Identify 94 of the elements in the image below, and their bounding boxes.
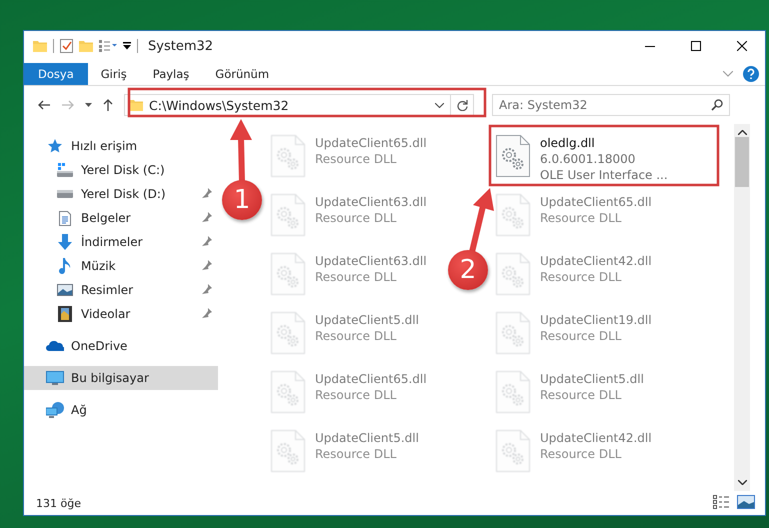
- folder-icon: [79, 40, 93, 52]
- file-detail: Resource DLL: [315, 446, 398, 462]
- gear-file-icon: [496, 371, 530, 413]
- gear-file-icon: [496, 194, 530, 236]
- caret-icon: [84, 103, 92, 107]
- refresh-icon: [456, 100, 468, 110]
- maximize-icon: [691, 41, 701, 51]
- large-icons-icon: [737, 494, 755, 508]
- expand-ribbon-icon: [723, 71, 733, 77]
- download-arrow-icon: [58, 234, 72, 250]
- scrollbar-thumb[interactable]: [735, 137, 749, 187]
- drive-icon: [57, 163, 73, 177]
- network-icon: [46, 402, 64, 418]
- view-options-icon: [99, 40, 117, 52]
- large-icons-button[interactable]: [737, 494, 755, 512]
- file-detail: Resource DLL: [315, 328, 398, 344]
- gear-file-icon: [271, 194, 305, 236]
- gear-file-icon: [496, 253, 530, 295]
- file-name[interactable]: UpdateClient42.dll: [540, 253, 652, 269]
- sidebar-item[interactable]: Bu bilgisayar: [24, 366, 218, 390]
- file-detail: Resource DLL: [540, 446, 622, 462]
- back-arrow-icon: [38, 100, 50, 110]
- ribbon-tab[interactable]: Görünüm: [202, 63, 282, 85]
- file-name[interactable]: UpdateClient19.dll: [540, 312, 652, 328]
- file-name[interactable]: UpdateClient65.dll: [540, 194, 652, 210]
- window-title: System32: [148, 38, 214, 54]
- file-name[interactable]: UpdateClient65.dll: [315, 371, 427, 387]
- close-icon: [737, 41, 747, 51]
- file-detail: Resource DLL: [315, 151, 398, 167]
- sidebar-item[interactable]: Belgeler: [24, 206, 218, 230]
- sidebar-item[interactable]: Müzik: [24, 254, 218, 278]
- pointer-arrow: [469, 188, 494, 253]
- details-view-button[interactable]: [713, 494, 729, 512]
- file-name[interactable]: UpdateClient5.dll: [315, 312, 419, 328]
- film-icon: [58, 306, 72, 322]
- ribbon-tab[interactable]: Dosya: [24, 63, 88, 85]
- search-icon: [711, 99, 723, 111]
- item-count: 131 öğe: [36, 496, 81, 510]
- file-detail: Resource DLL: [315, 387, 398, 403]
- sidebar-item[interactable]: Resimler: [24, 278, 218, 302]
- sidebar-item[interactable]: Hızlı erişim: [24, 134, 218, 158]
- file-detail: Resource DLL: [315, 269, 398, 285]
- scroll-up-icon: [738, 130, 746, 135]
- cloud-icon: [46, 341, 64, 351]
- file-detail: Resource DLL: [540, 387, 622, 403]
- gear-file-icon: [496, 135, 530, 177]
- sidebar-item[interactable]: Videolar: [24, 302, 218, 326]
- music-note-icon: [59, 258, 71, 274]
- document-icon: [59, 210, 71, 226]
- star-icon: [48, 139, 62, 153]
- file-detail: OLE User Interface ...: [540, 167, 668, 183]
- scroll-down-icon: [738, 480, 746, 485]
- file-detail: Resource DLL: [540, 328, 622, 344]
- file-name[interactable]: UpdateClient65.dll: [315, 135, 427, 151]
- dropdown-caret-icon: [435, 102, 444, 108]
- help-icon: [743, 66, 759, 82]
- sidebar-item[interactable]: Yerel Disk (C:): [24, 158, 218, 182]
- file-name[interactable]: UpdateClient42.dll: [540, 430, 652, 446]
- file-name[interactable]: UpdateClient63.dll: [315, 194, 427, 210]
- ribbon-tab[interactable]: Paylaş: [140, 63, 202, 85]
- address-field[interactable]: C:\Windows\System32: [124, 94, 474, 116]
- file-detail: Resource DLL: [315, 210, 398, 226]
- drive-icon: [57, 190, 73, 198]
- sidebar-item[interactable]: Ağ: [24, 398, 218, 422]
- file-detail: Resource DLL: [540, 210, 622, 226]
- properties-icon: [60, 39, 73, 53]
- pointer-arrow: [230, 119, 252, 182]
- picture-icon: [57, 284, 73, 296]
- file-detail: 6.0.6001.18000: [540, 151, 636, 167]
- file-name[interactable]: UpdateClient5.dll: [315, 430, 419, 446]
- monitor-icon: [46, 370, 64, 386]
- gear-file-icon: [271, 371, 305, 413]
- file-name[interactable]: oledlg.dll: [540, 135, 668, 151]
- gear-file-icon: [271, 253, 305, 295]
- gear-file-icon: [496, 430, 530, 472]
- folder-icon: [33, 40, 47, 52]
- ribbon-tab[interactable]: Giriş: [88, 63, 140, 85]
- forward-arrow-icon: [62, 100, 74, 110]
- gear-file-icon: [271, 430, 305, 472]
- gear-file-icon: [271, 312, 305, 354]
- sidebar-item[interactable]: OneDrive: [24, 334, 218, 358]
- gear-file-icon: [271, 135, 305, 177]
- up-arrow-icon: [103, 99, 113, 111]
- file-detail: Resource DLL: [540, 269, 622, 285]
- sidebar-item[interactable]: Yerel Disk (D:): [24, 182, 218, 206]
- details-view-icon: [713, 494, 729, 508]
- gear-file-icon: [496, 312, 530, 354]
- customize-caret-icon: [123, 42, 131, 50]
- sidebar-item[interactable]: İndirmeler: [24, 230, 218, 254]
- file-name[interactable]: UpdateClient63.dll: [315, 253, 427, 269]
- address-text: C:\Windows\System32: [149, 98, 290, 112]
- file-name[interactable]: UpdateClient5.dll: [540, 371, 644, 387]
- scrollbar[interactable]: [734, 124, 750, 491]
- search-field[interactable]: Ara: System32: [492, 94, 730, 116]
